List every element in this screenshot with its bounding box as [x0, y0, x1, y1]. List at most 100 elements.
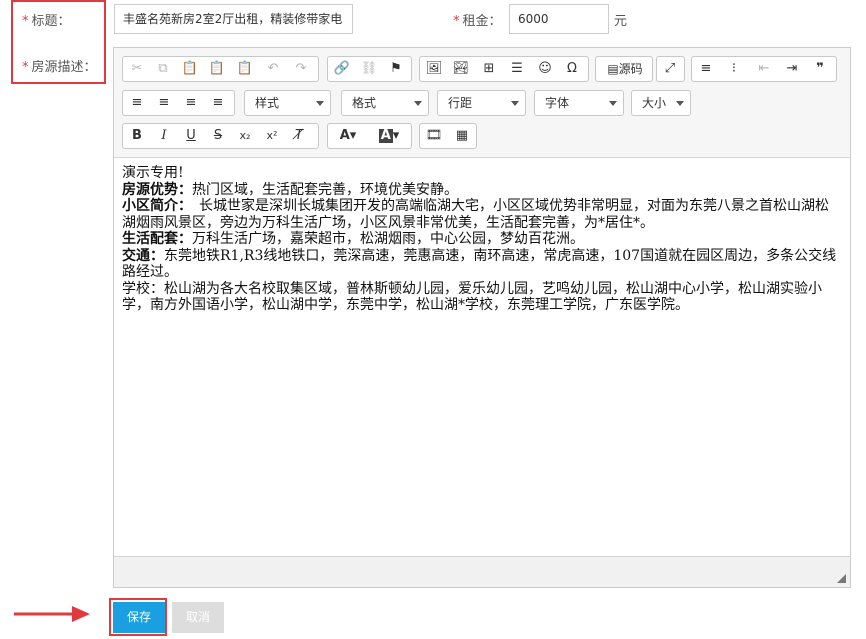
table-icon[interactable]: ⊞ — [477, 57, 501, 81]
source-group: ▤源码 — [595, 56, 653, 82]
paste-word-icon[interactable]: 📋 — [233, 57, 257, 81]
source-button[interactable]: ▤源码 — [598, 57, 652, 81]
rent-unit: 元 — [614, 14, 628, 29]
paste-text-icon[interactable]: 📋 — [205, 57, 229, 81]
content-bold-heading: 生活配套： — [122, 231, 192, 247]
text-format-group: B I U S x₂ x² T̸ — [122, 123, 319, 149]
content-line: 生活配套：万科生活广场，嘉荣超市，松湖烟雨，中心公园，梦幼百花洲。 — [122, 231, 842, 248]
paste-icon[interactable]: 📋 — [178, 57, 202, 81]
content-bold-heading: 房源优势： — [122, 181, 192, 198]
font-color-icon[interactable]: A▾ — [330, 124, 366, 148]
chevron-down-icon — [609, 101, 617, 106]
link-group: 🔗 ⛓ ⚑ — [327, 56, 412, 82]
source-icon: ▤ — [607, 62, 619, 76]
content-line: 房源优势：热门区域，生活配套完善，环境优美安静。 — [122, 182, 842, 199]
required-mark: * — [453, 14, 460, 29]
content-line: 演示专用! — [122, 165, 184, 181]
content-line: 学校：松山湖为各大名校取集区域，普林斯顿幼儿园，爱乐幼儿园，艺鸣幼儿园，松山湖中… — [122, 280, 822, 314]
title-label: * 标题： — [22, 10, 71, 29]
content-text: 热门区域，生活配套完善，环境优美安静。 — [192, 181, 458, 198]
style-select[interactable]: 样式 — [244, 90, 331, 116]
align-center-icon[interactable]: ≡ — [152, 91, 176, 115]
chevron-down-icon — [511, 101, 519, 106]
title-label-text: 标题： — [31, 14, 71, 29]
content-text: 万科生活广场，嘉荣超市，松湖烟雨，中心公园，梦幼百花洲。 — [192, 231, 584, 247]
save-button[interactable]: 保存 — [113, 602, 165, 633]
rich-text-editor: ✂ ⧉ 📋 📋 📋 ↶ ↷ 🔗 ⛓ ⚑ 🖼 🏞 ⊞ ☰ ☺ Ω ▤源码 ⤢ ≡ … — [113, 47, 851, 588]
desc-label-text: 房源描述： — [31, 60, 97, 75]
cut-icon[interactable]: ✂ — [125, 57, 149, 81]
resize-grip-icon[interactable] — [837, 574, 846, 583]
content-bold-heading: 小区简介： — [122, 198, 185, 214]
multi-image-icon[interactable]: 🏞 — [449, 57, 473, 81]
title-input-value: 丰盛名苑新房2室2厅出租，精装修带家电 — [123, 12, 343, 26]
content-line: 交通：东莞地铁R1,R3线地铁口，莞深高速，莞惠高速，南环高速，常虎高速，107… — [122, 248, 842, 281]
rent-input-value: 6000 — [518, 12, 549, 26]
fullscreen-icon[interactable]: ⤢ — [658, 57, 682, 81]
editor-statusbar — [114, 556, 850, 587]
clipboard-group: ✂ ⧉ 📋 📋 📋 ↶ ↷ — [122, 56, 319, 82]
content-line: 小区简介： 长城世家是深圳长城集团开发的高端临湖大宅，小区区域优势非常明显，对面… — [122, 198, 842, 231]
insert-group: 🖼 🏞 ⊞ ☰ ☺ Ω — [419, 56, 589, 82]
content-text: 东莞地铁R1,R3线地铁口，莞深高速，莞惠高速，南环高速，常虎高速，107国道就… — [122, 247, 837, 281]
redo-icon[interactable]: ↷ — [289, 57, 313, 81]
chevron-down-icon — [414, 101, 422, 106]
format-select[interactable]: 格式 — [341, 90, 429, 116]
list-group: ≡ ⁝ ⇤ ⇥ ❞ — [691, 56, 837, 82]
rent-label: * 租金： — [453, 10, 502, 29]
underline-icon[interactable]: U — [179, 124, 203, 148]
chevron-down-icon — [676, 101, 684, 106]
editor-toolbar: ✂ ⧉ 📋 📋 📋 ↶ ↷ 🔗 ⛓ ⚑ 🖼 🏞 ⊞ ☰ ☺ Ω ▤源码 ⤢ ≡ … — [114, 48, 850, 158]
anchor-flag-icon[interactable]: ⚑ — [384, 57, 408, 81]
chevron-down-icon — [316, 101, 324, 106]
ordered-list-icon[interactable]: ≡ — [694, 57, 718, 81]
italic-icon[interactable]: I — [152, 124, 176, 148]
superscript-icon[interactable]: x² — [260, 124, 284, 148]
align-justify-icon[interactable]: ≡ — [206, 91, 230, 115]
source-label: 源码 — [618, 62, 643, 76]
emoji-icon[interactable]: ☺ — [533, 57, 557, 81]
blockquote-icon[interactable]: ❞ — [808, 57, 832, 81]
desc-label: * 房源描述： — [22, 56, 97, 75]
style-select-value: 样式 — [255, 96, 280, 110]
format-select-value: 格式 — [352, 96, 377, 110]
subscript-icon[interactable]: x₂ — [233, 124, 257, 148]
unlink-icon[interactable]: ⛓ — [357, 57, 381, 81]
font-select[interactable]: 字体 — [534, 90, 624, 116]
image-icon[interactable]: 🖼 — [422, 57, 446, 81]
align-right-icon[interactable]: ≡ — [179, 91, 203, 115]
required-mark: * — [22, 14, 29, 29]
link-icon[interactable]: 🔗 — [330, 57, 354, 81]
insert-media-icon[interactable]: 🎞 — [422, 124, 446, 148]
title-input[interactable]: 丰盛名苑新房2室2厅出租，精装修带家电 — [114, 4, 353, 34]
color-group: A▾ A ▾ — [327, 123, 412, 149]
indent-icon[interactable]: ⇥ — [780, 57, 804, 81]
outdent-icon[interactable]: ⇤ — [752, 57, 776, 81]
required-mark: * — [22, 60, 29, 75]
background-color-icon[interactable]: A ▾ — [370, 124, 408, 148]
cancel-button[interactable]: 取消 — [172, 602, 224, 633]
copy-icon[interactable]: ⧉ — [151, 57, 175, 81]
font-select-value: 字体 — [545, 96, 570, 110]
align-left-icon[interactable]: ≡ — [125, 91, 149, 115]
clear-format-icon[interactable]: T̸ — [287, 124, 311, 148]
rent-input[interactable]: 6000 — [509, 4, 609, 34]
qrcode-icon[interactable]: ▦ — [450, 124, 474, 148]
content-bold-heading: 交通： — [122, 247, 164, 264]
content-text: 长城世家是深圳长城集团开发的高端临湖大宅，小区区域优势非常明显，对面为东莞八景之… — [122, 198, 829, 231]
media-group: 🎞 ▦ — [419, 123, 477, 149]
size-select-value: 大小 — [642, 96, 667, 110]
size-select[interactable]: 大小 — [631, 90, 691, 116]
unordered-list-icon[interactable]: ⁝ — [722, 57, 746, 81]
editor-content[interactable]: 演示专用! 房源优势：热门区域，生活配套完善，环境优美安静。 小区简介： 长城世… — [122, 165, 842, 314]
bold-icon[interactable]: B — [125, 124, 149, 148]
undo-icon[interactable]: ↶ — [261, 57, 285, 81]
rent-label-text: 租金： — [462, 14, 502, 29]
special-char-icon[interactable]: Ω — [560, 57, 584, 81]
line-height-select[interactable]: 行距 — [437, 90, 526, 116]
strikethrough-icon[interactable]: S — [206, 124, 230, 148]
align-group: ≡ ≡ ≡ ≡ — [122, 90, 235, 116]
horizontal-rule-icon[interactable]: ☰ — [505, 57, 529, 81]
red-arrow-icon — [14, 606, 90, 622]
fullscreen-group: ⤢ — [656, 56, 685, 82]
